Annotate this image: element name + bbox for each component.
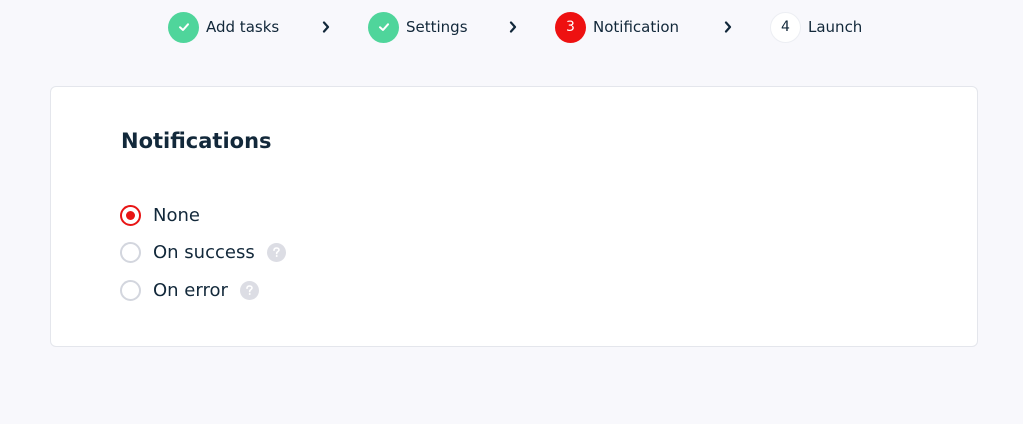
question-icon[interactable] bbox=[266, 242, 286, 262]
step-number: 4 bbox=[770, 11, 801, 43]
option-on-success[interactable]: On success bbox=[120, 240, 286, 264]
radio-button[interactable] bbox=[120, 279, 141, 301]
step-notification[interactable]: 3 Notification bbox=[555, 11, 679, 43]
question-icon[interactable] bbox=[239, 280, 259, 300]
step-number: 3 bbox=[555, 11, 586, 43]
wizard-stepper: Add tasks Settings 3 Notification 4 Laun… bbox=[0, 11, 1023, 43]
step-add-tasks[interactable]: Add tasks bbox=[168, 11, 279, 43]
option-none[interactable]: None bbox=[120, 203, 200, 227]
option-label[interactable]: On error bbox=[153, 280, 228, 301]
radio-button[interactable] bbox=[120, 204, 141, 226]
chevron-right-icon bbox=[722, 11, 734, 43]
check-icon bbox=[368, 11, 399, 43]
chevron-right-icon bbox=[320, 11, 332, 43]
step-label: Add tasks bbox=[206, 18, 280, 36]
step-settings[interactable]: Settings bbox=[368, 11, 468, 43]
card-title: Notifications bbox=[121, 129, 272, 153]
radio-button[interactable] bbox=[120, 241, 141, 263]
step-label: Settings bbox=[406, 18, 468, 36]
chevron-right-icon bbox=[507, 11, 519, 43]
option-on-error[interactable]: On error bbox=[120, 278, 259, 302]
option-label[interactable]: On success bbox=[153, 242, 255, 263]
step-label: Notification bbox=[593, 18, 680, 36]
option-label[interactable]: None bbox=[153, 205, 200, 226]
step-label: Launch bbox=[808, 18, 863, 36]
check-icon bbox=[168, 11, 199, 43]
notifications-card: Notifications None On success On error bbox=[50, 86, 978, 347]
step-launch[interactable]: 4 Launch bbox=[770, 11, 862, 43]
